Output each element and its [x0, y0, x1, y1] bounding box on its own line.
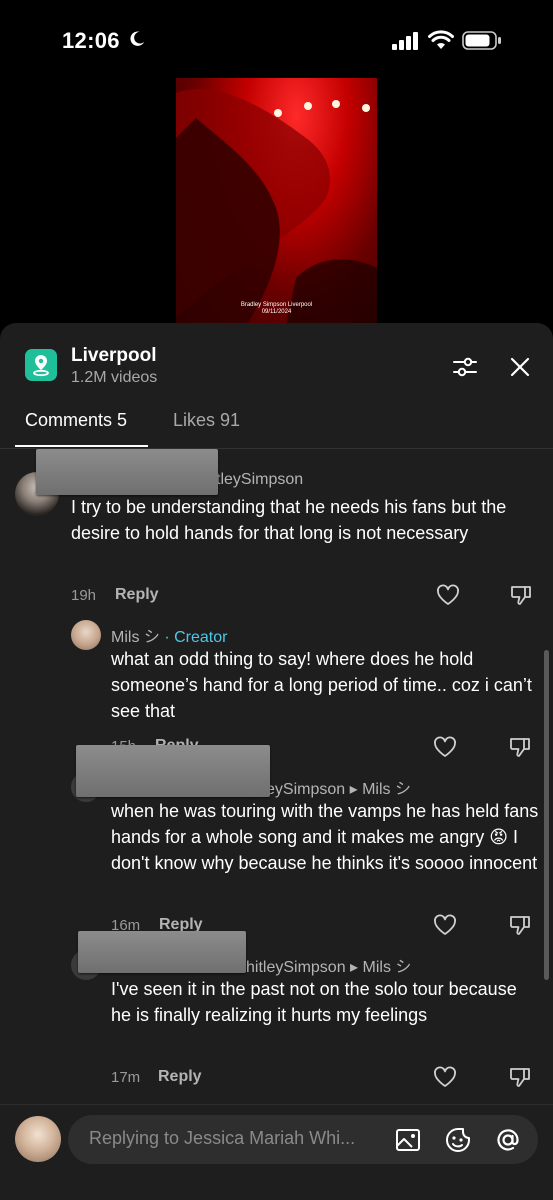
- mention-icon[interactable]: [494, 1126, 522, 1154]
- comment-username[interactable]: tleySimpson: [216, 471, 303, 489]
- heart-icon[interactable]: [433, 1066, 457, 1088]
- signal-icon: [392, 32, 418, 50]
- thumbs-down-icon[interactable]: [508, 1065, 532, 1089]
- concert-scene: [176, 89, 377, 326]
- avatar-creator[interactable]: [71, 620, 101, 650]
- video-caption: Bradley Simpson Liverpool 09/11/2024: [176, 302, 377, 316]
- redacted-username: [76, 745, 270, 797]
- video-caption-line2: 09/11/2024: [261, 309, 292, 315]
- status-bar: 12:06: [0, 0, 553, 80]
- my-avatar: [15, 1116, 61, 1162]
- location-pin-icon: [25, 349, 57, 381]
- creator-username: Mils シ: [111, 629, 160, 646]
- thumbs-down-icon[interactable]: [508, 735, 532, 759]
- comment-username-creator[interactable]: Mils シ · Creator: [111, 623, 227, 647]
- thumbs-down-icon[interactable]: [509, 583, 533, 607]
- scrollbar[interactable]: [544, 650, 549, 980]
- active-tab-indicator: [15, 445, 148, 447]
- status-time: 12:06: [62, 28, 120, 53]
- video-caption-line1: Bradley Simpson Liverpool: [240, 302, 313, 308]
- thumbs-down-icon[interactable]: [508, 913, 532, 937]
- comment-text: I try to be understanding that he needs …: [71, 497, 507, 543]
- comment-username[interactable]: eySimpson ▸ Mils シ: [266, 775, 411, 799]
- place-video-count: 1.2M videos: [71, 369, 158, 386]
- image-icon[interactable]: [394, 1126, 422, 1154]
- creator-badge: · Creator: [164, 629, 228, 646]
- video-thumbnail[interactable]: Bradley Simpson Liverpool 09/11/2024: [176, 78, 377, 326]
- wifi-icon: [428, 30, 454, 49]
- close-icon[interactable]: [508, 355, 532, 379]
- tab-likes[interactable]: Likes 91: [173, 410, 240, 431]
- comment-text: I've seen it in the past not on the solo…: [111, 979, 517, 1025]
- redacted-username: [78, 931, 246, 973]
- comment-time: 17m: [111, 1069, 141, 1086]
- heart-icon[interactable]: [436, 584, 460, 606]
- redacted-username: [36, 449, 218, 495]
- moon-icon: [130, 31, 145, 46]
- filter-icon[interactable]: [452, 355, 478, 379]
- comment-time: 19h: [71, 587, 97, 604]
- heart-icon[interactable]: [433, 914, 457, 936]
- reply-button[interactable]: Reply: [115, 586, 159, 604]
- comment-text: what an odd thing to say! where does he …: [111, 649, 532, 721]
- comment-text: when he was touring with the vamps he ha…: [111, 801, 539, 873]
- battery-icon: [462, 31, 501, 50]
- heart-icon[interactable]: [433, 736, 457, 758]
- tab-comments[interactable]: Comments 5: [25, 410, 127, 431]
- reply-button[interactable]: Reply: [158, 1068, 202, 1086]
- comment-username[interactable]: hitleySimpson ▸ Mils シ: [246, 953, 411, 977]
- emoji-icon[interactable]: [444, 1126, 472, 1154]
- comment-input-placeholder[interactable]: Replying to Jessica Mariah Whi...: [89, 1128, 379, 1149]
- place-title[interactable]: Liverpool: [71, 345, 157, 367]
